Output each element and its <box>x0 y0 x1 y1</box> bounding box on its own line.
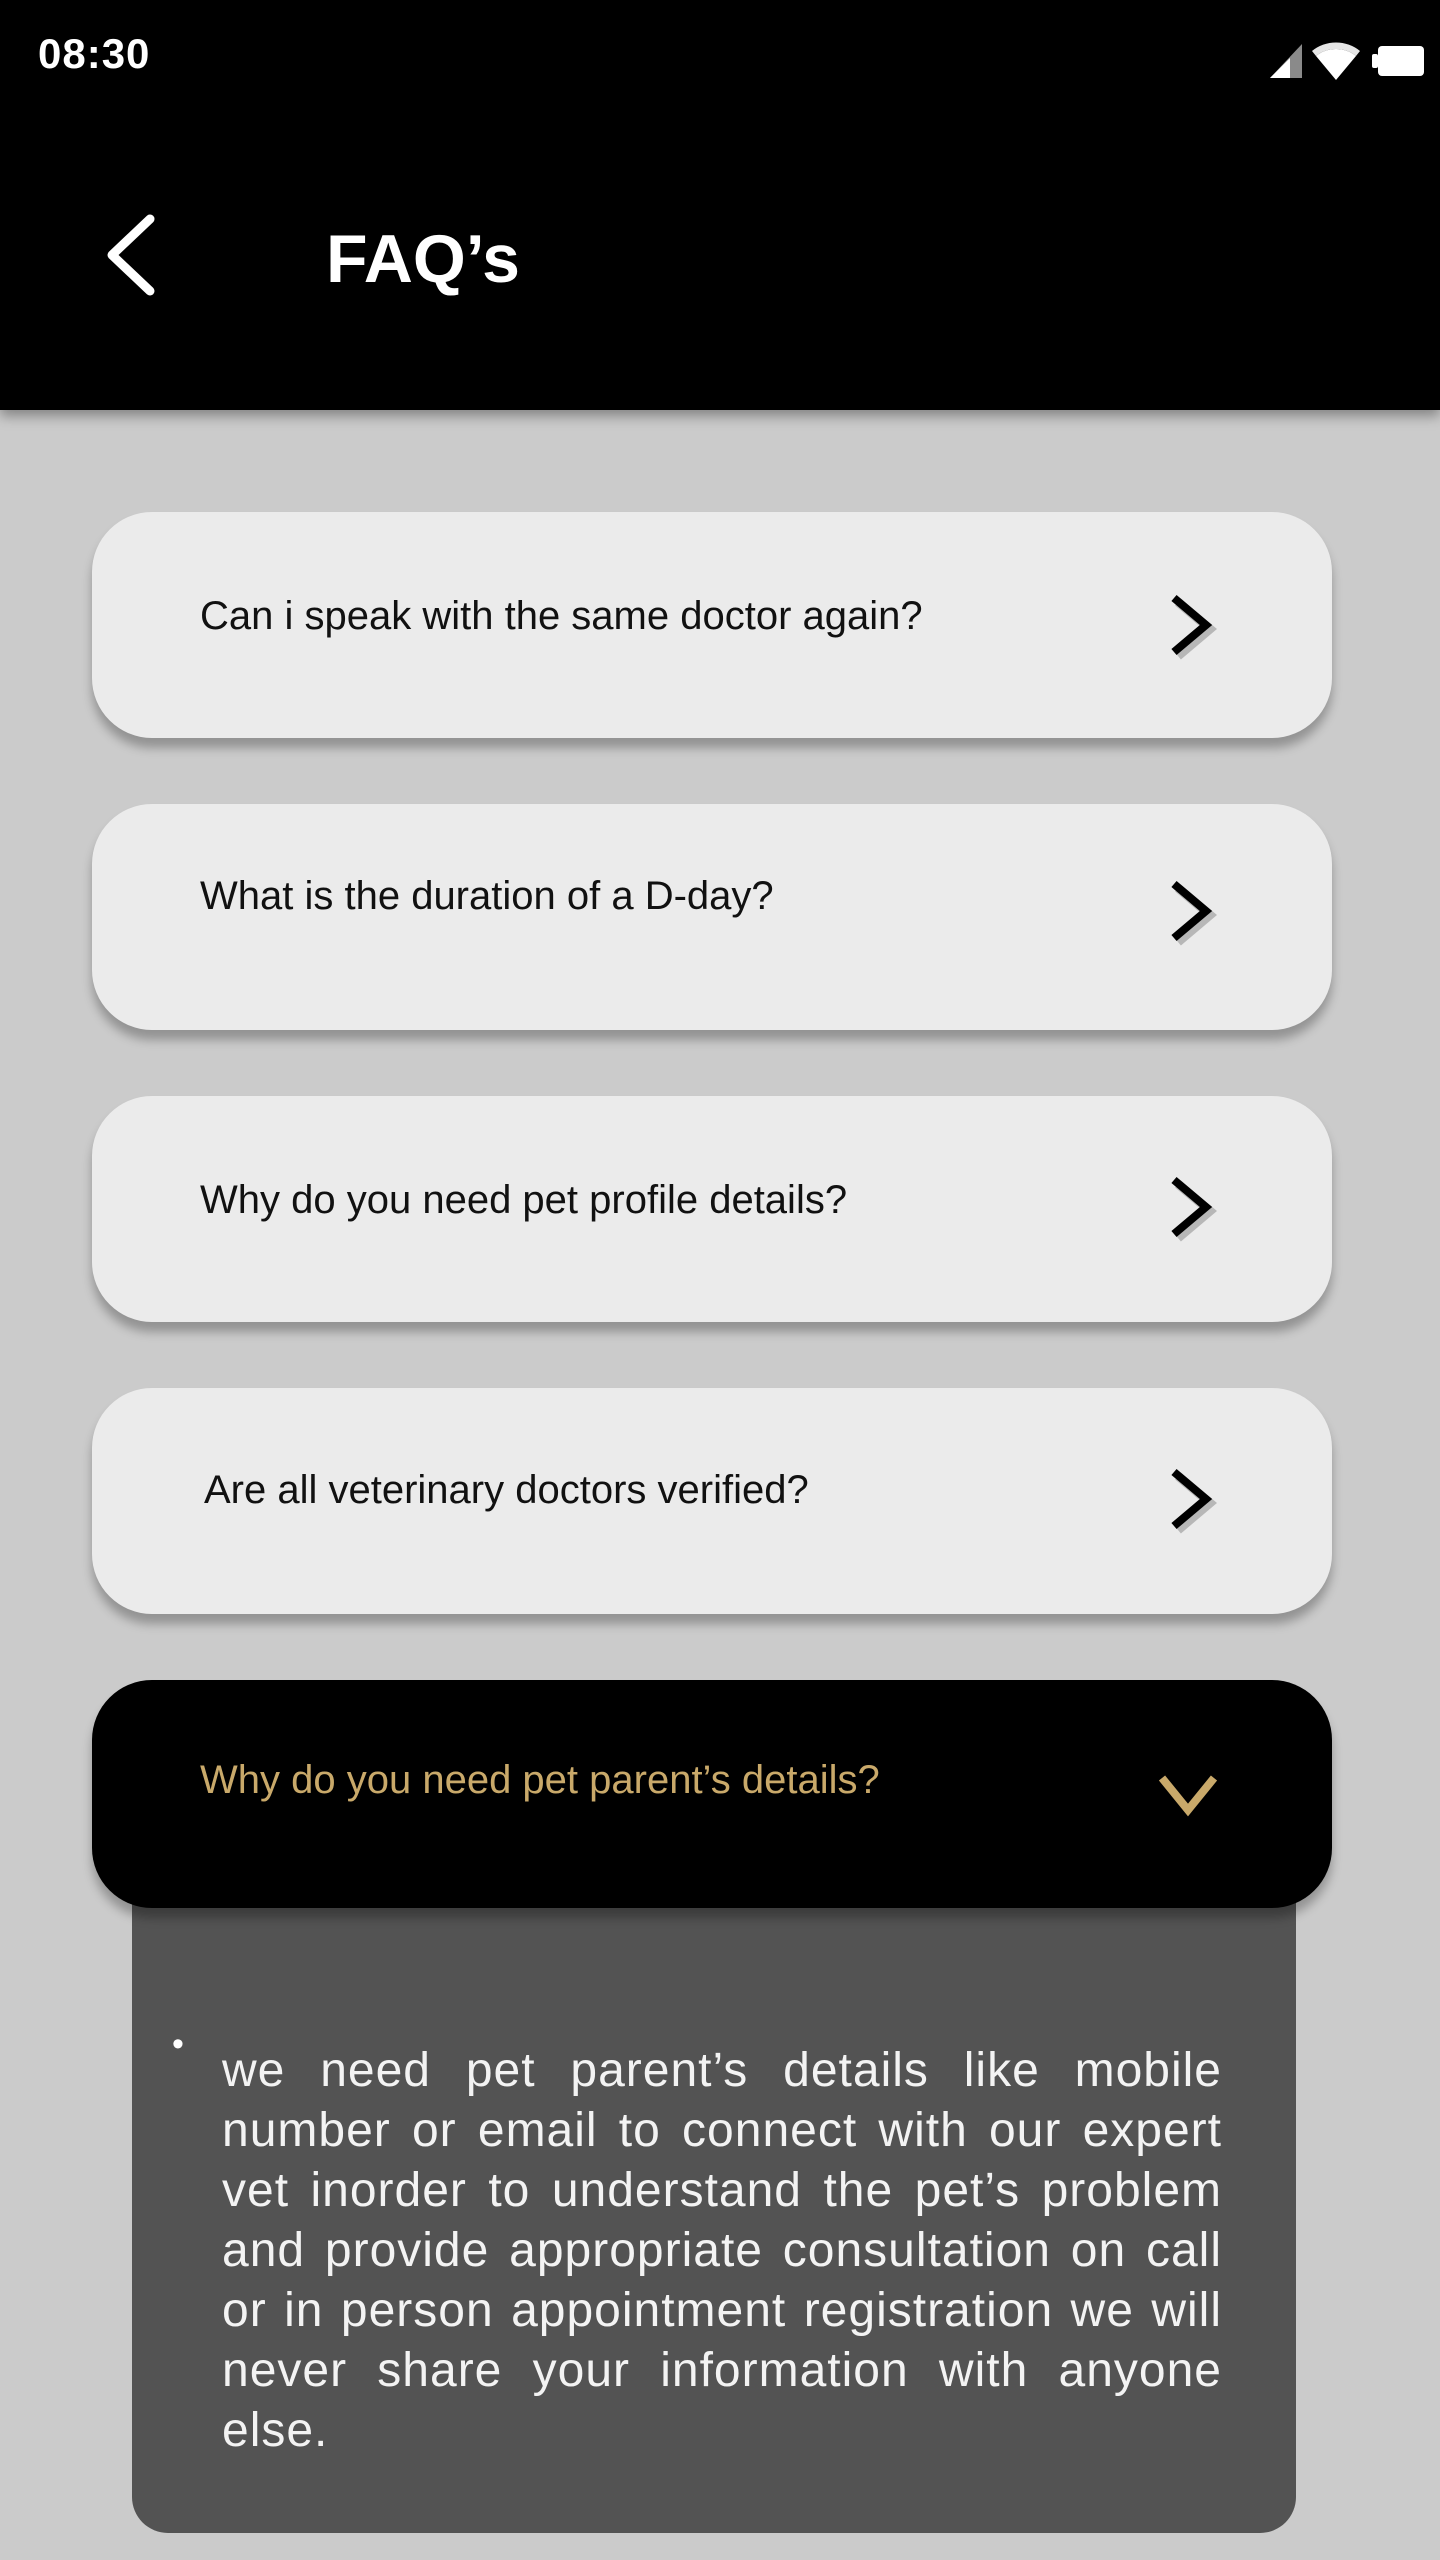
faq-answer-text: we need pet parent’s details like mobile… <box>222 2044 1222 2457</box>
faq-question: What is the duration of a D-day? <box>200 874 774 918</box>
back-button[interactable] <box>80 200 180 310</box>
faq-item-same-doctor[interactable]: Can i speak with the same doctor again? <box>92 512 1332 738</box>
faq-question: Can i speak with the same doctor again? <box>200 594 923 638</box>
chevron-right-icon <box>1171 880 1217 946</box>
signal-icon <box>1270 44 1302 78</box>
chevron-right-icon <box>1171 1468 1217 1534</box>
faq-item-pet-parent-details[interactable]: Why do you need pet parent’s details? <box>92 1680 1332 1908</box>
chevron-down-icon <box>1158 1775 1218 1817</box>
wifi-icon <box>1312 42 1360 80</box>
faq-question: Are all veterinary doctors verified? <box>204 1468 809 1512</box>
faq-question: Why do you need pet profile details? <box>200 1178 848 1222</box>
status-icons <box>1270 42 1424 80</box>
status-time: 08:30 <box>38 30 151 77</box>
faq-item-doctors-verified[interactable]: Are all veterinary doctors verified? <box>92 1388 1332 1614</box>
faq-item-pet-profile[interactable]: Why do you need pet profile details? <box>92 1096 1332 1322</box>
chevron-right-icon <box>1171 1176 1217 1242</box>
battery-icon <box>1372 46 1424 76</box>
page-title: FAQ’s <box>326 221 520 297</box>
chevron-right-icon <box>1171 594 1217 660</box>
faq-answer-panel: • we need pet parent’s details like mobi… <box>132 1885 1296 2533</box>
bullet-point: • <box>172 2025 184 2063</box>
faq-item-d-day-duration[interactable]: What is the duration of a D-day? <box>92 804 1332 1030</box>
app-header: 08:30 FAQ’s <box>0 0 1440 410</box>
faq-question: Why do you need pet parent’s details? <box>200 1758 880 1802</box>
chevron-left-icon <box>107 214 155 296</box>
